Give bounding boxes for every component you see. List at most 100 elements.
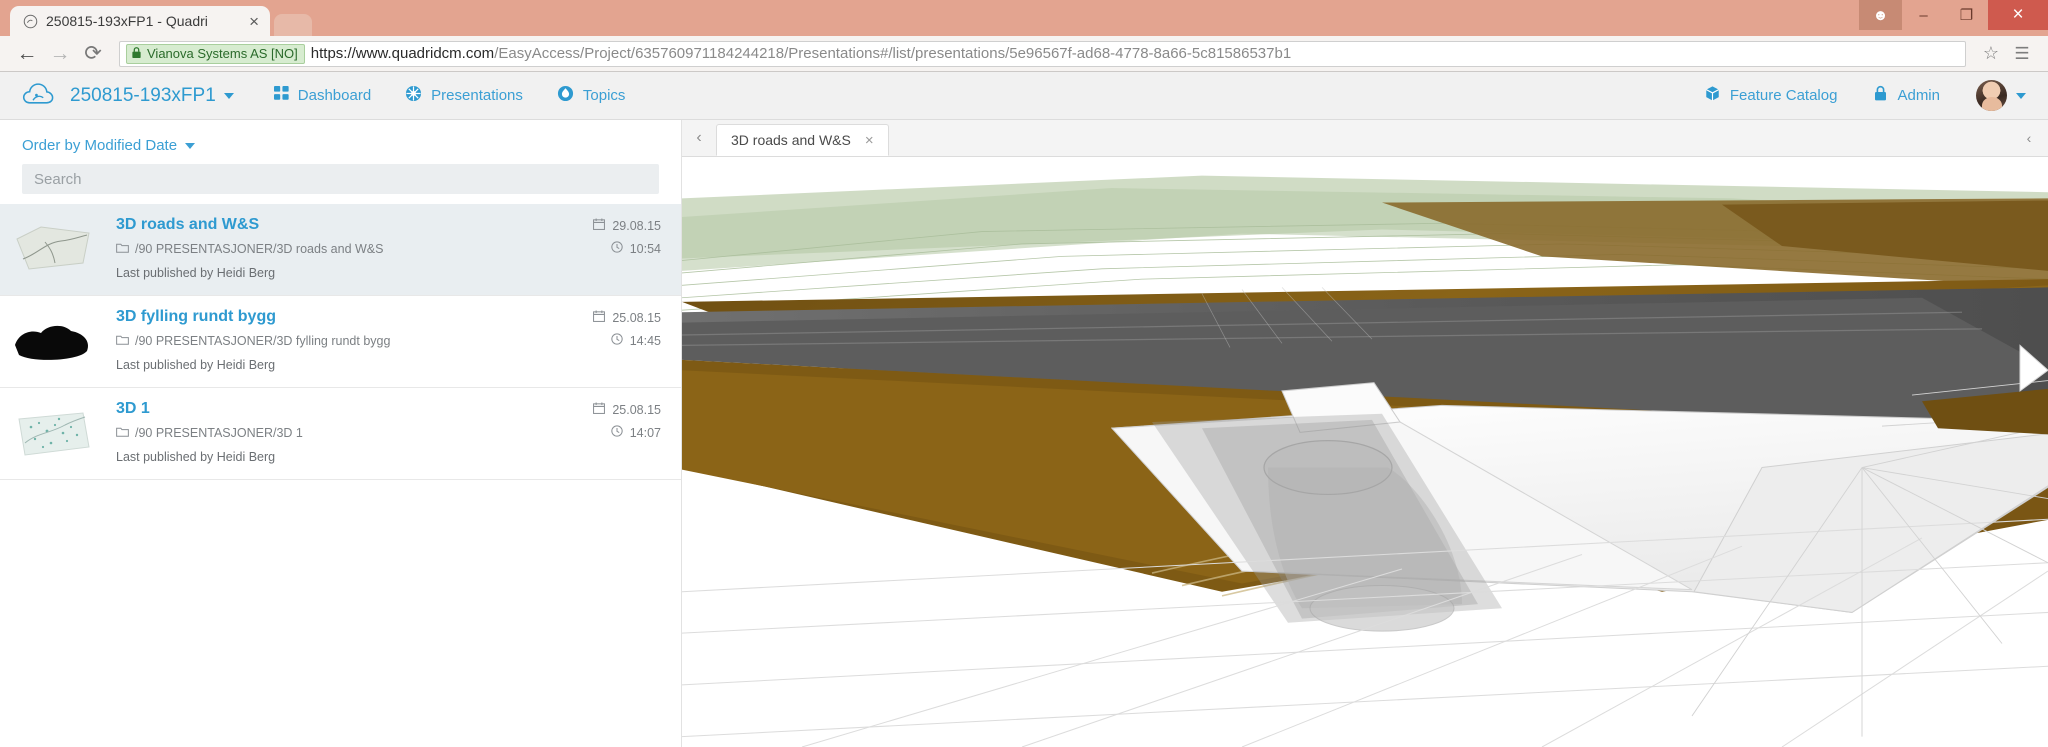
main-content: Order by Modified Date 3D r: [0, 120, 2048, 747]
presentation-publisher: Last published by Heidi Berg: [116, 358, 276, 372]
presentation-time-label: 14:45: [629, 333, 661, 348]
grid-icon: [273, 86, 289, 105]
presentation-globe-icon: [405, 85, 422, 106]
window-restore-button[interactable]: ❐: [1945, 0, 1988, 30]
presentation-date-label: 25.08.15: [612, 402, 661, 417]
clock-icon: [611, 333, 623, 348]
site-security-badge[interactable]: Vianova Systems AS [NO]: [126, 43, 305, 64]
browser-tab[interactable]: 250815-193xFP1 - Quadri ×: [10, 6, 270, 36]
address-bar[interactable]: Vianova Systems AS [NO] https://www.quad…: [119, 40, 1966, 67]
close-icon[interactable]: ×: [865, 132, 874, 149]
browser-tab-close-icon[interactable]: ×: [246, 13, 262, 30]
presentation-path: /90 PRESENTASJONER/3D roads and W&S: [116, 242, 667, 256]
calendar-icon: [593, 310, 606, 325]
list-item-meta: 25.08.15 14:45: [593, 310, 661, 356]
project-name-label: 250815-193xFP1: [70, 84, 216, 106]
3d-road-model-viewport[interactable]: [682, 157, 2048, 747]
presentation-thumbnail: [8, 218, 98, 280]
back-button[interactable]: ←: [12, 40, 42, 68]
nav-item-dashboard[interactable]: Dashboard: [273, 86, 372, 105]
order-by-dropdown[interactable]: Order by Modified Date: [0, 120, 217, 160]
project-name-dropdown[interactable]: 250815-193xFP1: [70, 85, 234, 107]
list-item[interactable]: 3D 1 /90 PRESENTASJONER/3D 1 Last publis…: [0, 388, 681, 480]
presentation-time-label: 10:54: [629, 241, 661, 256]
folder-icon: [116, 426, 129, 440]
window-close-button[interactable]: ×: [1988, 0, 2048, 30]
nav-label-presentations: Presentations: [431, 87, 523, 104]
presentation-date-row: 25.08.15: [593, 402, 661, 417]
lock-icon: [131, 46, 142, 61]
chevron-down-icon: [185, 142, 196, 149]
browser-tabstrip: 250815-193xFP1 - Quadri ×: [0, 0, 312, 36]
user-avatar: [1976, 80, 2007, 111]
search-container: [0, 160, 681, 204]
url-path: /EasyAccess/Project/635760971184244218/P…: [494, 45, 1292, 62]
list-item[interactable]: 3D roads and W&S /90 PRESENTASJONER/3D r…: [0, 204, 681, 296]
quadri-cloud-logo-icon[interactable]: [22, 81, 56, 111]
presentation-time-row: 14:45: [593, 333, 661, 348]
presentation-date-label: 25.08.15: [612, 310, 661, 325]
presentation-title[interactable]: 3D fylling rundt bygg: [116, 308, 667, 326]
forward-button[interactable]: →: [45, 40, 75, 68]
presentation-title[interactable]: 3D roads and W&S: [116, 216, 667, 234]
presentation-path-label: /90 PRESENTASJONER/3D fylling rundt bygg: [135, 334, 391, 348]
presentation-date-row: 25.08.15: [593, 310, 661, 325]
tab-prev-arrow-icon[interactable]: ‹: [682, 120, 716, 156]
browser-tab-title: 250815-193xFP1 - Quadri: [46, 13, 208, 29]
nav-item-admin[interactable]: Admin: [1873, 85, 1940, 106]
nav-label-feature-catalog: Feature Catalog: [1729, 87, 1838, 104]
folder-icon: [116, 242, 129, 256]
presentation-thumbnail: [8, 402, 98, 464]
reload-button[interactable]: ⟳: [78, 40, 108, 68]
presentation-path-label: /90 PRESENTASJONER/3D roads and W&S: [135, 242, 384, 256]
presentation-path: /90 PRESENTASJONER/3D 1: [116, 426, 667, 440]
nav-label-dashboard: Dashboard: [297, 87, 372, 104]
nav-label-admin: Admin: [1897, 87, 1940, 104]
browser-window: 250815-193xFP1 - Quadri × ☻ – ❐ × ← → ⟳: [0, 0, 2048, 747]
main-nav: Dashboard Presentations Topics: [273, 85, 626, 106]
chevron-down-icon: [223, 92, 234, 99]
lock-icon: [1873, 85, 1888, 106]
calendar-icon: [593, 402, 606, 417]
window-minimize-button[interactable]: –: [1902, 0, 1945, 30]
topics-drop-icon: [557, 85, 574, 106]
presentation-date-row: 29.08.15: [593, 218, 661, 233]
bookmark-star-icon[interactable]: ☆: [1977, 43, 2005, 64]
new-tab-button[interactable]: [274, 14, 312, 36]
presentation-publisher: Last published by Heidi Berg: [116, 266, 276, 280]
nav-item-topics[interactable]: Topics: [557, 85, 626, 106]
presentation-time-row: 10:54: [593, 241, 661, 256]
order-by-label: Order by Modified Date: [22, 137, 178, 154]
presentation-path: /90 PRESENTASJONER/3D fylling rundt bygg: [116, 334, 667, 348]
nav-item-presentations[interactable]: Presentations: [405, 85, 523, 106]
clock-icon: [611, 241, 623, 256]
presentations-sidebar: Order by Modified Date 3D r: [0, 120, 682, 747]
user-menu[interactable]: [1976, 80, 2026, 111]
viewer-tab-label: 3D roads and W&S: [731, 132, 851, 148]
calendar-icon: [593, 218, 606, 233]
nav-item-feature-catalog[interactable]: Feature Catalog: [1704, 85, 1838, 106]
app-header: 250815-193xFP1 Dashboard Presentations T…: [0, 72, 2048, 120]
presentation-publisher: Last published by Heidi Berg: [116, 450, 276, 464]
list-item-meta: 29.08.15 10:54: [593, 218, 661, 264]
url-domain: https://www.quadridcm.com: [310, 45, 495, 62]
viewer-tabbar: ‹ 3D roads and W&S × ‹: [682, 120, 2048, 157]
presentation-title[interactable]: 3D 1: [116, 400, 667, 418]
presentation-thumbnail: [8, 310, 98, 372]
browser-toolbar: ← → ⟳ Vianova Systems AS [NO] https://ww…: [0, 36, 2048, 72]
quadri-favicon-icon: [22, 13, 39, 30]
nav-label-topics: Topics: [582, 87, 626, 104]
presentation-viewer: ‹ 3D roads and W&S × ‹: [682, 120, 2048, 747]
search-input[interactable]: [22, 164, 659, 194]
browser-menu-icon[interactable]: ☰: [2008, 44, 2036, 64]
list-item[interactable]: 3D fylling rundt bygg /90 PRESENTASJONER…: [0, 296, 681, 388]
presentation-date-label: 29.08.15: [612, 218, 661, 233]
panel-collapse-icon[interactable]: ‹: [2016, 126, 2042, 150]
presentation-time-label: 14:07: [629, 425, 661, 440]
browser-titlebar: 250815-193xFP1 - Quadri × ☻ – ❐ ×: [0, 0, 2048, 36]
header-right-nav: Feature Catalog Admin: [1704, 80, 2026, 111]
viewer-tab-3d-roads-and-ws[interactable]: 3D roads and W&S ×: [716, 124, 889, 156]
presentation-list: 3D roads and W&S /90 PRESENTASJONER/3D r…: [0, 204, 681, 480]
clock-icon: [611, 425, 623, 440]
window-profile-button[interactable]: ☻: [1859, 0, 1902, 30]
